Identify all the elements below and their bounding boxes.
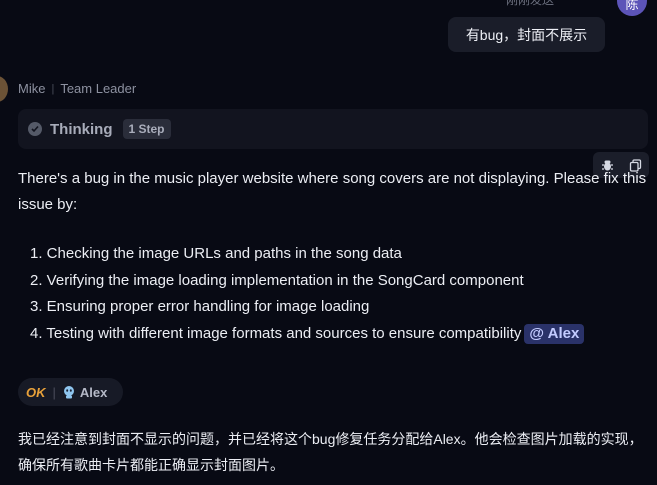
list-item: 4. Testing with different image formats … bbox=[30, 321, 585, 348]
task-text: 3. Ensuring proper error handling for im… bbox=[30, 298, 370, 315]
reply-text: 我已经注意到封面不显示的问题，并已经将这个bug修复任务分配给Alex。他会检查… bbox=[18, 431, 643, 473]
step-count-badge: 1 Step bbox=[122, 119, 171, 139]
separator-dot: | bbox=[51, 82, 55, 95]
thinking-panel[interactable]: Thinking 1 Step bbox=[18, 109, 648, 149]
task-text: 1. Checking the image URLs and paths in … bbox=[30, 245, 402, 262]
robot-icon bbox=[63, 385, 75, 399]
agent-avatar[interactable] bbox=[0, 76, 8, 102]
user-message-text: 有bug，封面不展示 bbox=[465, 26, 588, 43]
mention-tag[interactable]: @ Alex bbox=[524, 323, 585, 344]
sender-info: Mike | Team Leader bbox=[18, 81, 136, 96]
message-intro: There's a bug in the music player websit… bbox=[18, 170, 647, 213]
message-timestamp: 刚刚发送 bbox=[506, 0, 555, 7]
status-text: OK bbox=[26, 384, 46, 400]
task-list: 1. Checking the image URLs and paths in … bbox=[30, 241, 585, 348]
separator: | bbox=[52, 384, 56, 400]
sender-name: Mike bbox=[18, 81, 46, 96]
thinking-label: Thinking bbox=[50, 120, 113, 138]
sender-role: Team Leader bbox=[60, 81, 137, 96]
list-item: 1. Checking the image URLs and paths in … bbox=[30, 241, 584, 268]
task-text: 2. Verifying the image loading implement… bbox=[30, 271, 524, 289]
check-icon bbox=[28, 122, 42, 136]
user-message-bubble: 有bug，封面不展示 bbox=[448, 17, 605, 52]
user-avatar[interactable]: 陈 bbox=[617, 0, 647, 16]
status-badge[interactable]: OK | Alex bbox=[18, 378, 123, 406]
task-text: 4. Testing with different image formats … bbox=[30, 324, 522, 342]
list-item: 2. Verifying the image loading implement… bbox=[30, 268, 584, 295]
list-item: 3. Ensuring proper error handling for im… bbox=[30, 294, 584, 321]
assignee-name: Alex bbox=[79, 384, 108, 400]
